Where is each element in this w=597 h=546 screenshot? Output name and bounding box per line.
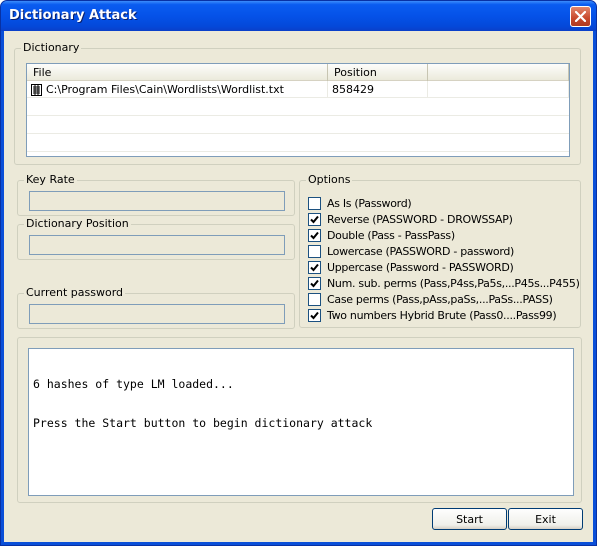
- exit-button[interactable]: Exit: [508, 508, 583, 530]
- empty-cell: [428, 81, 569, 98]
- option-label: Case perms (Pass,pAss,paSs,...PaSs...PAS…: [327, 292, 553, 306]
- checkmark-icon: [310, 263, 319, 271]
- options-group: Options As Is (Password) Reverse (PASSWOR…: [299, 173, 581, 328]
- column-header-position[interactable]: Position: [328, 64, 428, 81]
- option-row[interactable]: Lowercase (PASSWORD - password): [308, 243, 514, 259]
- option-row[interactable]: As Is (Password): [308, 195, 412, 211]
- option-checkbox[interactable]: [308, 228, 321, 242]
- list-item: [27, 117, 569, 134]
- option-label: Uppercase (Password - PASSWORD): [327, 260, 514, 274]
- file-cell: C:\Program Files\Cain\Wordlists\Wordlist…: [27, 81, 328, 98]
- log-output[interactable]: 6 hashes of type LM loaded... Press the …: [28, 348, 574, 496]
- option-checkbox[interactable]: [308, 212, 321, 226]
- option-checkbox[interactable]: [308, 260, 321, 274]
- option-checkbox[interactable]: [308, 276, 321, 290]
- current-password-field: [29, 304, 285, 324]
- option-checkbox[interactable]: [308, 244, 321, 258]
- checkmark-icon: [310, 231, 319, 239]
- option-label: Double (Pass - PassPass): [327, 228, 455, 242]
- list-item: [27, 99, 569, 116]
- checkmark-icon: [310, 215, 319, 223]
- window-title: Dictionary Attack: [9, 8, 137, 23]
- option-checkbox[interactable]: [308, 196, 321, 210]
- wordlist-file-icon: [31, 84, 42, 96]
- list-item: [27, 135, 569, 152]
- log-line: 6 hashes of type LM loaded...: [33, 377, 234, 391]
- key-rate-label: Key Rate: [24, 173, 77, 186]
- list-item[interactable]: C:\Program Files\Cain\Wordlists\Wordlist…: [27, 81, 569, 98]
- option-label: Reverse (PASSWORD - DROWSSAP): [327, 212, 513, 226]
- column-header-file[interactable]: File: [27, 64, 328, 81]
- log-line: Press the Start button to begin dictiona…: [33, 416, 373, 430]
- checkmark-icon: [310, 279, 319, 287]
- option-row[interactable]: Case perms (Pass,pAss,paSs,...PaSs...PAS…: [308, 291, 553, 307]
- dictionary-attack-window: Dictionary Attack Dictionary File Positi…: [0, 0, 597, 546]
- dictionary-position-label: Dictionary Position: [24, 217, 131, 230]
- dictionary-list[interactable]: File Position C:\Program Files\Cain\Word…: [26, 63, 570, 157]
- option-checkbox[interactable]: [308, 292, 321, 306]
- dictionary-group: Dictionary File Position C:\Program File…: [14, 41, 581, 165]
- option-label: Lowercase (PASSWORD - password): [327, 244, 515, 258]
- column-header-empty[interactable]: [428, 64, 569, 81]
- current-password-label: Current password: [24, 286, 126, 299]
- file-path: C:\Program Files\Cain\Wordlists\Wordlist…: [46, 83, 284, 96]
- position-cell: 858429: [328, 81, 428, 98]
- title-bar[interactable]: Dictionary Attack: [1, 1, 596, 31]
- key-rate-group: Key Rate: [17, 173, 295, 216]
- option-row[interactable]: Uppercase (Password - PASSWORD): [308, 259, 514, 275]
- option-row[interactable]: Two numbers Hybrid Brute (Pass0....Pass9…: [308, 307, 557, 323]
- options-group-label: Options: [306, 173, 353, 186]
- dictionary-position-field: [29, 235, 285, 255]
- option-row[interactable]: Num. sub. perms (Pass,P4ss,Pa5s,...P45s.…: [308, 275, 580, 291]
- option-row[interactable]: Reverse (PASSWORD - DROWSSAP): [308, 211, 513, 227]
- close-button[interactable]: [570, 6, 591, 27]
- close-icon: [575, 11, 586, 22]
- dialog-client-area: Dictionary File Position C:\Program File…: [4, 31, 593, 542]
- option-label: As Is (Password): [327, 196, 412, 210]
- log-group: 6 hashes of type LM loaded... Press the …: [17, 337, 582, 503]
- checkmark-icon: [310, 311, 319, 319]
- key-rate-field: [29, 191, 285, 211]
- list-header: File Position: [27, 64, 569, 81]
- start-button[interactable]: Start: [432, 508, 507, 530]
- dictionary-group-label: Dictionary: [21, 41, 82, 54]
- current-password-group: Current password: [17, 286, 295, 329]
- option-label: Two numbers Hybrid Brute (Pass0....Pass9…: [327, 308, 557, 322]
- option-row[interactable]: Double (Pass - PassPass): [308, 227, 455, 243]
- option-label: Num. sub. perms (Pass,P4ss,Pa5s,...P45s.…: [327, 276, 580, 290]
- dictionary-position-group: Dictionary Position: [17, 217, 295, 260]
- option-checkbox[interactable]: [308, 308, 321, 322]
